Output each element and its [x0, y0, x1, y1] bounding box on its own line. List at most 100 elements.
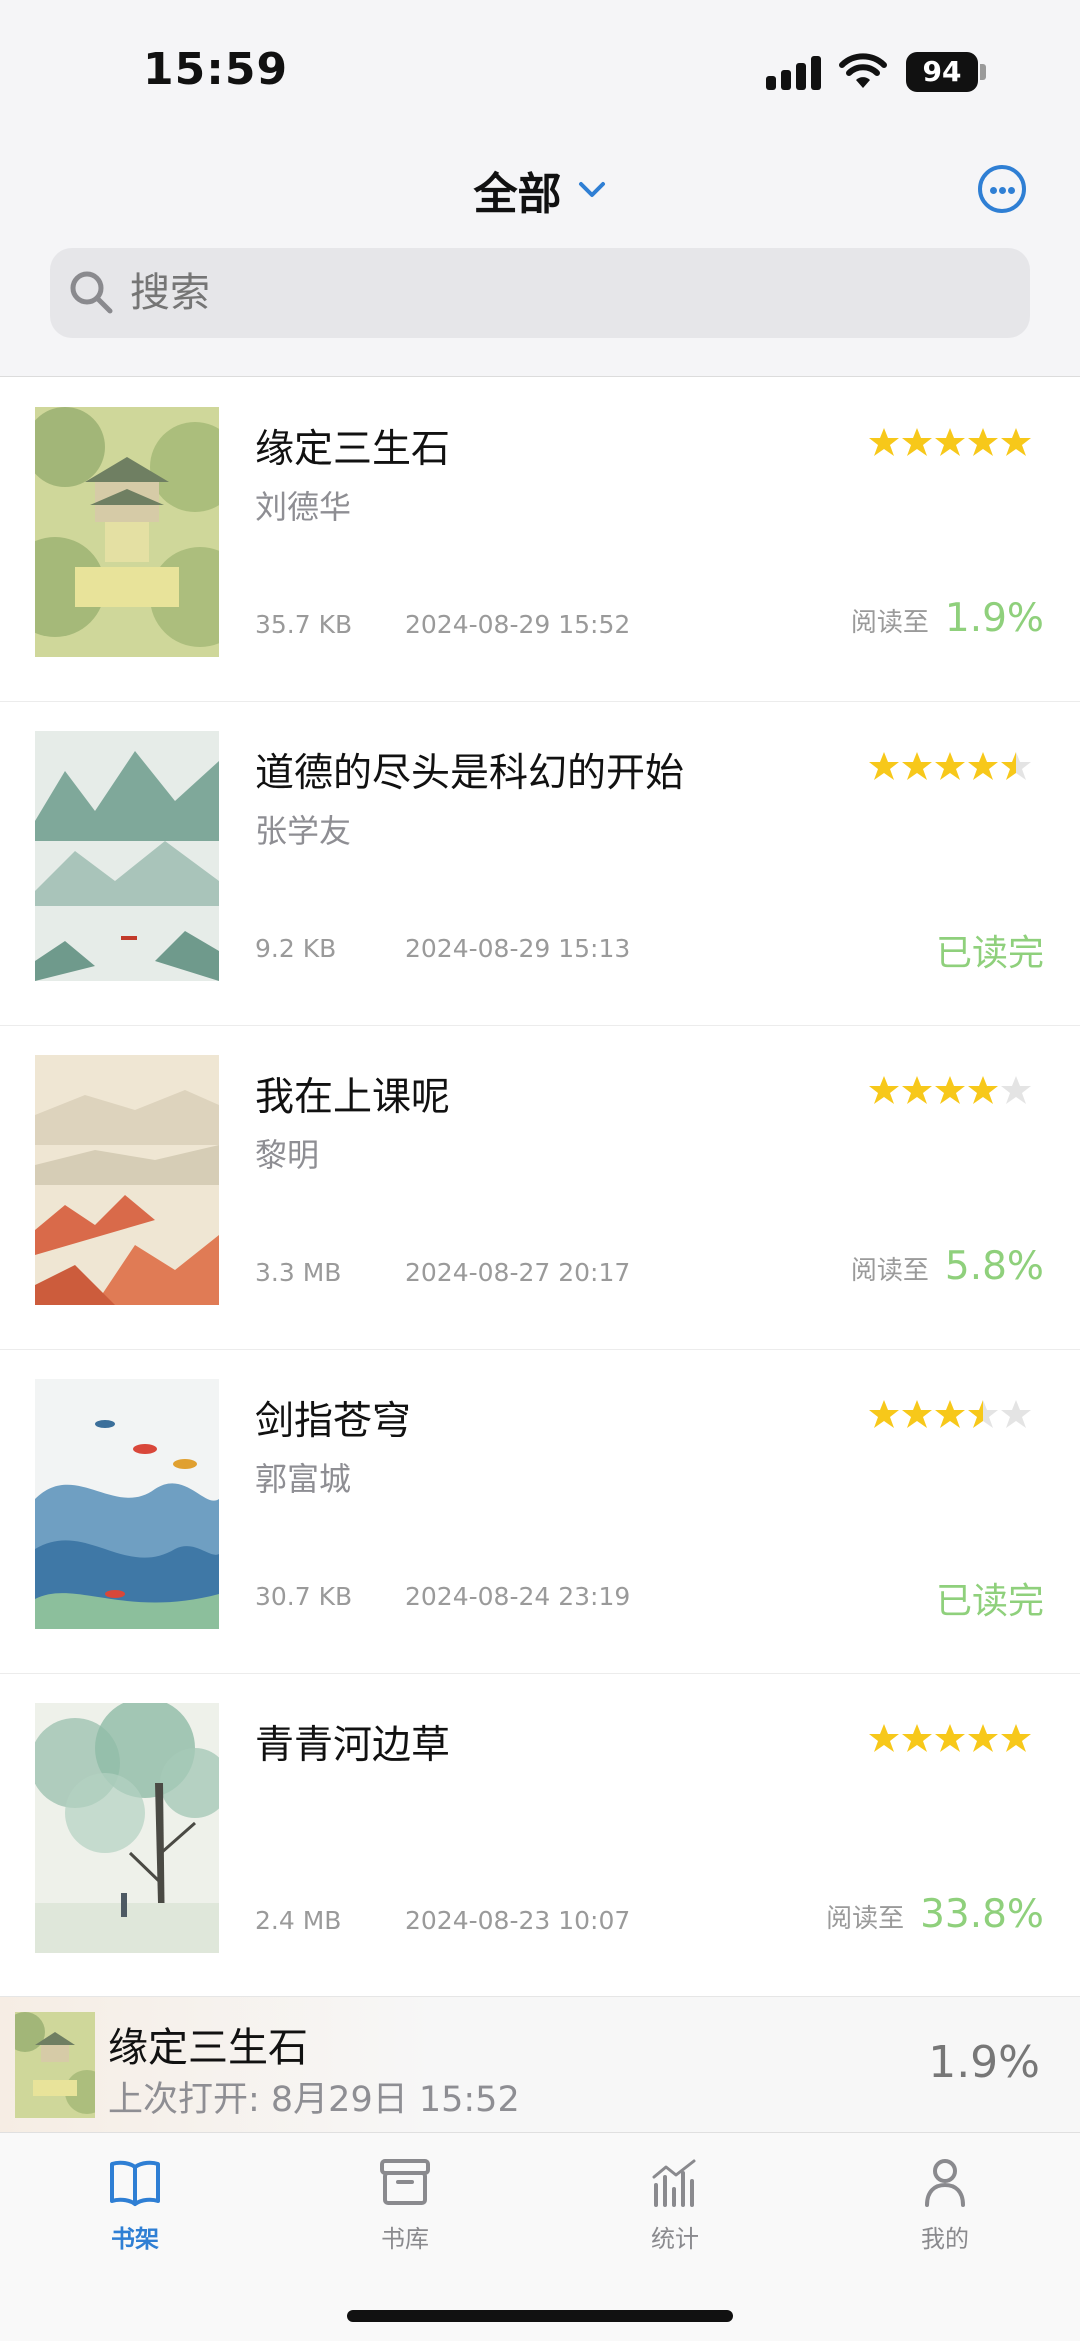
finished-status: 已读完: [935, 1581, 1044, 1622]
progress-label: 阅读至: [826, 1904, 905, 1934]
star-icon: [968, 1724, 998, 1752]
star-icon: [869, 1400, 899, 1428]
book-size: 3.3 MB: [255, 1258, 342, 1287]
book-date: 2024-08-27 20:17: [405, 1258, 631, 1287]
book-item[interactable]: 我在上课呢 黎明 3.3 MB 2024-08-27 20:17 阅读至 5.8%: [0, 1026, 1080, 1350]
book-item[interactable]: 青青河边草 2.4 MB 2024-08-23 10:07 阅读至 33.8%: [0, 1674, 1080, 1998]
star-icon: [968, 752, 998, 780]
home-indicator: [347, 2310, 733, 2322]
now-reading-title: 缘定三生石: [108, 2025, 308, 2071]
bar-chart-icon: [652, 2159, 696, 2207]
book-title: 缘定三生石: [255, 427, 451, 472]
shelf-filter[interactable]: 全部: [0, 158, 1080, 222]
star-icon: [968, 1076, 998, 1104]
now-reading-progress: 1.9%: [928, 2037, 1040, 2088]
star-icon: [902, 1724, 932, 1752]
book-author: 张学友: [255, 812, 352, 850]
star-icon: [935, 1724, 965, 1752]
book-cover: [35, 1379, 219, 1629]
finished-status: 已读完: [935, 933, 1044, 974]
star-icon: [935, 1400, 965, 1428]
star-icon: [968, 428, 998, 456]
star-icon: [1001, 752, 1031, 780]
tab-label: 我的: [921, 2225, 969, 2253]
chevron-down-icon[interactable]: [577, 180, 607, 200]
search-icon: [70, 271, 113, 314]
archive-box-icon: [380, 2159, 430, 2205]
book-cover: [15, 2012, 95, 2118]
status-time: 15:59: [143, 44, 289, 95]
star-rating: [867, 1074, 1032, 1110]
book-title: 道德的尽头是科幻的开始: [255, 751, 685, 796]
book-date: 2024-08-29 15:13: [405, 934, 631, 963]
book-title: 青青河边草: [255, 1723, 451, 1768]
reading-progress: 阅读至 33.8%: [826, 1892, 1044, 1937]
progress-percent: 33.8%: [920, 1892, 1044, 1937]
star-icon: [902, 1400, 932, 1428]
star-icon: [869, 428, 899, 456]
book-author: 刘德华: [255, 488, 352, 526]
progress-label: 阅读至: [850, 1256, 929, 1286]
book-item[interactable]: 道德的尽头是科幻的开始 张学友 9.2 KB 2024-08-29 15:13 …: [0, 702, 1080, 1026]
progress-percent: 5.8%: [944, 1244, 1044, 1289]
tab-profile[interactable]: 我的: [870, 2153, 1020, 2254]
star-rating: [867, 1722, 1032, 1758]
book-author: 郭富城: [255, 1460, 352, 1498]
book-cover: [35, 731, 219, 981]
progress-percent: 1.9%: [944, 596, 1044, 641]
star-icon: [869, 752, 899, 780]
book-cover: [35, 407, 219, 657]
book-size: 35.7 KB: [255, 610, 353, 639]
battery-indicator: 94: [906, 52, 978, 92]
book-open-icon: [110, 2160, 160, 2206]
star-icon: [902, 752, 932, 780]
star-icon: [935, 428, 965, 456]
book-cover: [35, 1055, 219, 1305]
top-header: 15:59 94 全部: [0, 0, 1080, 377]
tab-library[interactable]: 书库: [330, 2153, 480, 2254]
reading-progress: 阅读至 5.8%: [851, 1244, 1044, 1289]
star-icon: [1001, 1724, 1031, 1752]
star-icon: [869, 1076, 899, 1104]
now-reading-bar[interactable]: 缘定三生石 上次打开: 8月29日 15:52 1.9%: [0, 1996, 1080, 2132]
tab-label: 书架: [111, 2225, 159, 2253]
book-title: 剑指苍穹: [255, 1399, 412, 1444]
page-title[interactable]: 全部: [473, 158, 561, 222]
book-list: 缘定三生石 刘德华 35.7 KB 2024-08-29 15:52 阅读至 1.…: [0, 378, 1080, 1998]
star-icon: [968, 1400, 998, 1428]
search-bar[interactable]: [50, 248, 1030, 338]
reading-progress: 阅读至 1.9%: [851, 596, 1044, 641]
star-rating: [867, 1398, 1032, 1434]
book-date: 2024-08-23 10:07: [405, 1906, 631, 1935]
book-item[interactable]: 剑指苍穹 郭富城 30.7 KB 2024-08-24 23:19 已读完: [0, 1350, 1080, 1674]
star-rating: [867, 750, 1032, 786]
star-icon: [1001, 1400, 1031, 1428]
book-title: 我在上课呢: [255, 1075, 451, 1120]
book-author: 黎明: [255, 1136, 320, 1174]
last-opened-text: 上次打开: 8月29日 15:52: [108, 2080, 520, 2120]
star-icon: [902, 1076, 932, 1104]
book-size: 2.4 MB: [255, 1906, 342, 1935]
search-input[interactable]: [130, 248, 1010, 338]
book-size: 30.7 KB: [255, 1582, 353, 1611]
star-icon: [1001, 428, 1031, 456]
tab-label: 统计: [651, 2225, 699, 2253]
book-size: 9.2 KB: [255, 934, 337, 963]
cellular-signal-icon: [766, 56, 822, 90]
star-icon: [902, 428, 932, 456]
battery-tip: [980, 64, 986, 80]
star-icon: [869, 1724, 899, 1752]
wifi-icon: [839, 53, 887, 88]
book-date: 2024-08-24 23:19: [405, 1582, 631, 1611]
star-rating: [867, 426, 1032, 462]
star-icon: [1001, 1076, 1031, 1104]
book-item[interactable]: 缘定三生石 刘德华 35.7 KB 2024-08-29 15:52 阅读至 1.…: [0, 378, 1080, 702]
star-icon: [935, 1076, 965, 1104]
book-cover: [35, 1703, 219, 1953]
more-options-button[interactable]: [978, 165, 1026, 213]
tab-label: 书库: [381, 2225, 429, 2253]
star-icon: [935, 752, 965, 780]
book-date: 2024-08-29 15:52: [405, 610, 631, 639]
tab-bookshelf[interactable]: 书架: [60, 2153, 210, 2254]
tab-statistics[interactable]: 统计: [600, 2153, 750, 2254]
